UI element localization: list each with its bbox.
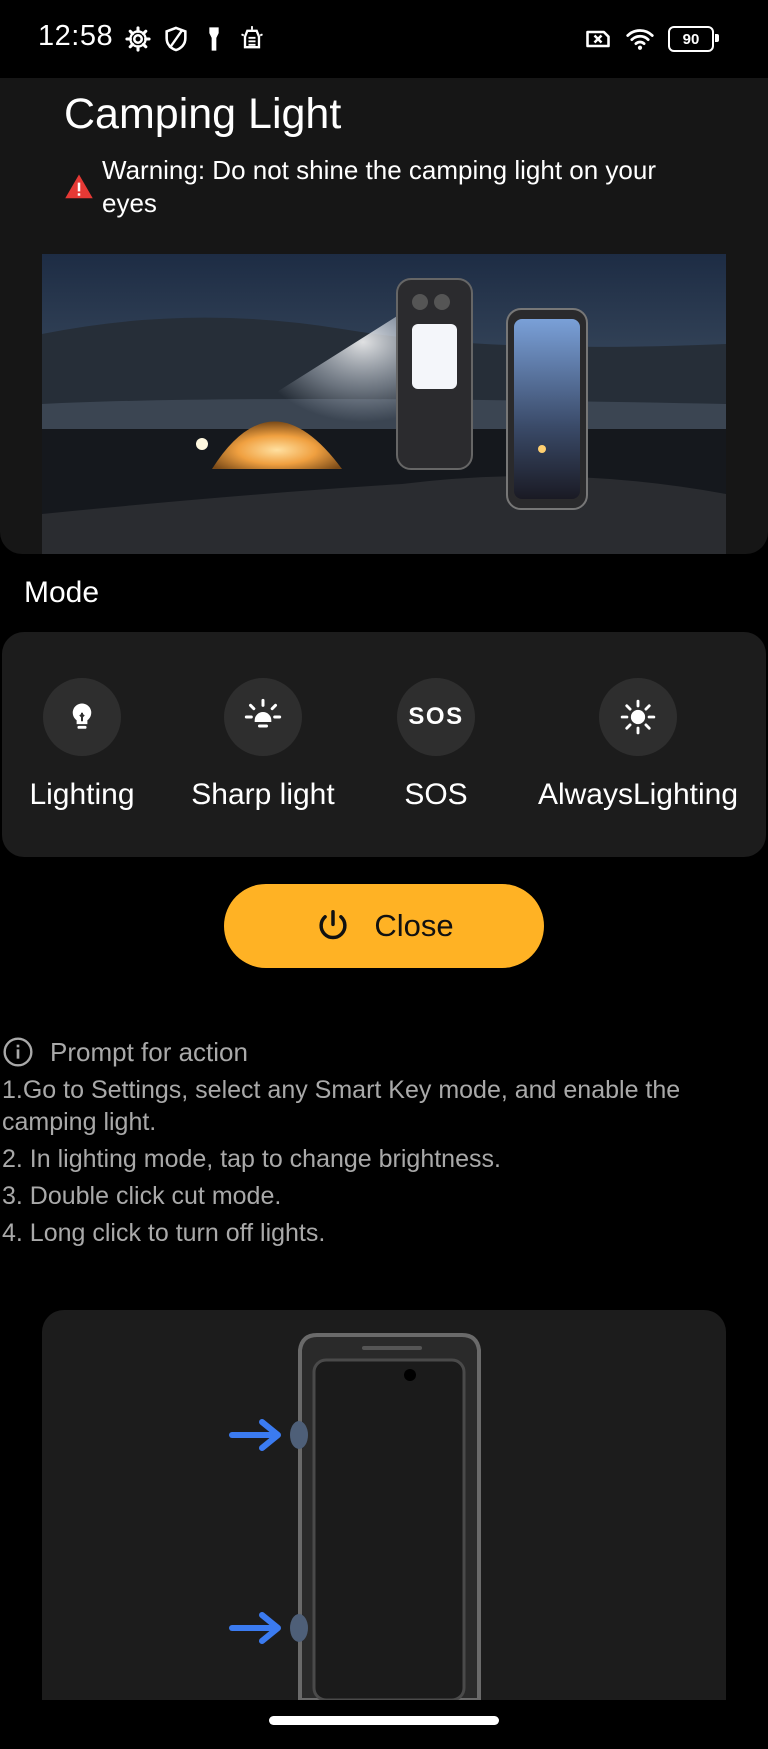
prompt-header: Prompt for action xyxy=(2,1036,248,1068)
prompt-step: 2. In lighting mode, tap to change brigh… xyxy=(2,1145,501,1173)
page-title: Camping Light xyxy=(64,90,342,138)
shield-icon xyxy=(165,26,187,52)
battery-level: 90 xyxy=(682,30,700,48)
sun-icon xyxy=(620,699,656,735)
warning-row: Warning: Do not shine the camping light … xyxy=(64,154,714,220)
close-button[interactable]: Close xyxy=(224,884,544,968)
status-icons-left xyxy=(124,24,266,54)
status-time: 12:58 xyxy=(38,20,114,52)
mode-sos-label: SOS xyxy=(404,778,468,811)
warning-icon xyxy=(65,174,93,199)
battery-icon: 90 xyxy=(668,26,719,52)
prompt-steps: 1.Go to Settings, select any Smart Key m… xyxy=(2,1074,766,1254)
mode-sharp-light[interactable]: Sharp light xyxy=(188,678,338,812)
sim-off-icon xyxy=(586,30,610,48)
camping-light-screen: 12:58 90 Camping Light Warning: Do not s… xyxy=(0,0,768,1749)
gesture-nav-handle[interactable] xyxy=(269,1716,499,1725)
mode-lighting[interactable]: Lighting xyxy=(22,678,142,812)
mode-always-lighting-button[interactable] xyxy=(599,678,677,756)
camping-light-hero-image xyxy=(42,254,726,554)
warning-text: Warning: Do not shine the camping light … xyxy=(102,155,657,218)
mode-sharp-light-label: Sharp light xyxy=(191,778,335,811)
info-icon xyxy=(3,1037,33,1067)
sharp-light-icon xyxy=(244,698,282,728)
mode-lighting-button[interactable] xyxy=(43,678,121,756)
sos-icon: SOS xyxy=(408,703,464,730)
prompt-step: 3. Double click cut mode. xyxy=(2,1182,282,1210)
mode-lighting-label: Lighting xyxy=(29,778,135,811)
mode-panel: Lighting Sharp light SOS SOS AlwaysLight… xyxy=(2,632,766,857)
camping-light-icon xyxy=(241,26,263,49)
power-icon xyxy=(319,910,347,940)
mode-always-lighting[interactable]: AlwaysLighting xyxy=(528,678,748,812)
prompt-step: 1.Go to Settings, select any Smart Key m… xyxy=(2,1076,681,1136)
arrow-icon xyxy=(229,1419,281,1451)
phone-diagram xyxy=(229,1333,481,1700)
prompt-step: 4. Long click to turn off lights. xyxy=(2,1219,326,1247)
mode-sharp-light-button[interactable] xyxy=(224,678,302,756)
wifi-icon xyxy=(626,29,654,50)
arrow-icon xyxy=(229,1612,281,1644)
mode-sos[interactable]: SOS SOS xyxy=(376,678,496,812)
mode-sos-button[interactable]: SOS xyxy=(397,678,475,756)
smart-key-illustration xyxy=(42,1310,726,1700)
bulb-icon xyxy=(72,703,92,729)
status-bar: 12:58 90 xyxy=(0,0,768,78)
close-button-label: Close xyxy=(374,908,454,943)
status-icons-right: 90 xyxy=(584,24,719,54)
flashlight-icon xyxy=(209,27,219,51)
gear-icon xyxy=(125,26,151,52)
prompt-title: Prompt for action xyxy=(50,1036,248,1067)
mode-always-lighting-label: AlwaysLighting xyxy=(537,778,739,811)
mode-title: Mode xyxy=(24,576,100,609)
